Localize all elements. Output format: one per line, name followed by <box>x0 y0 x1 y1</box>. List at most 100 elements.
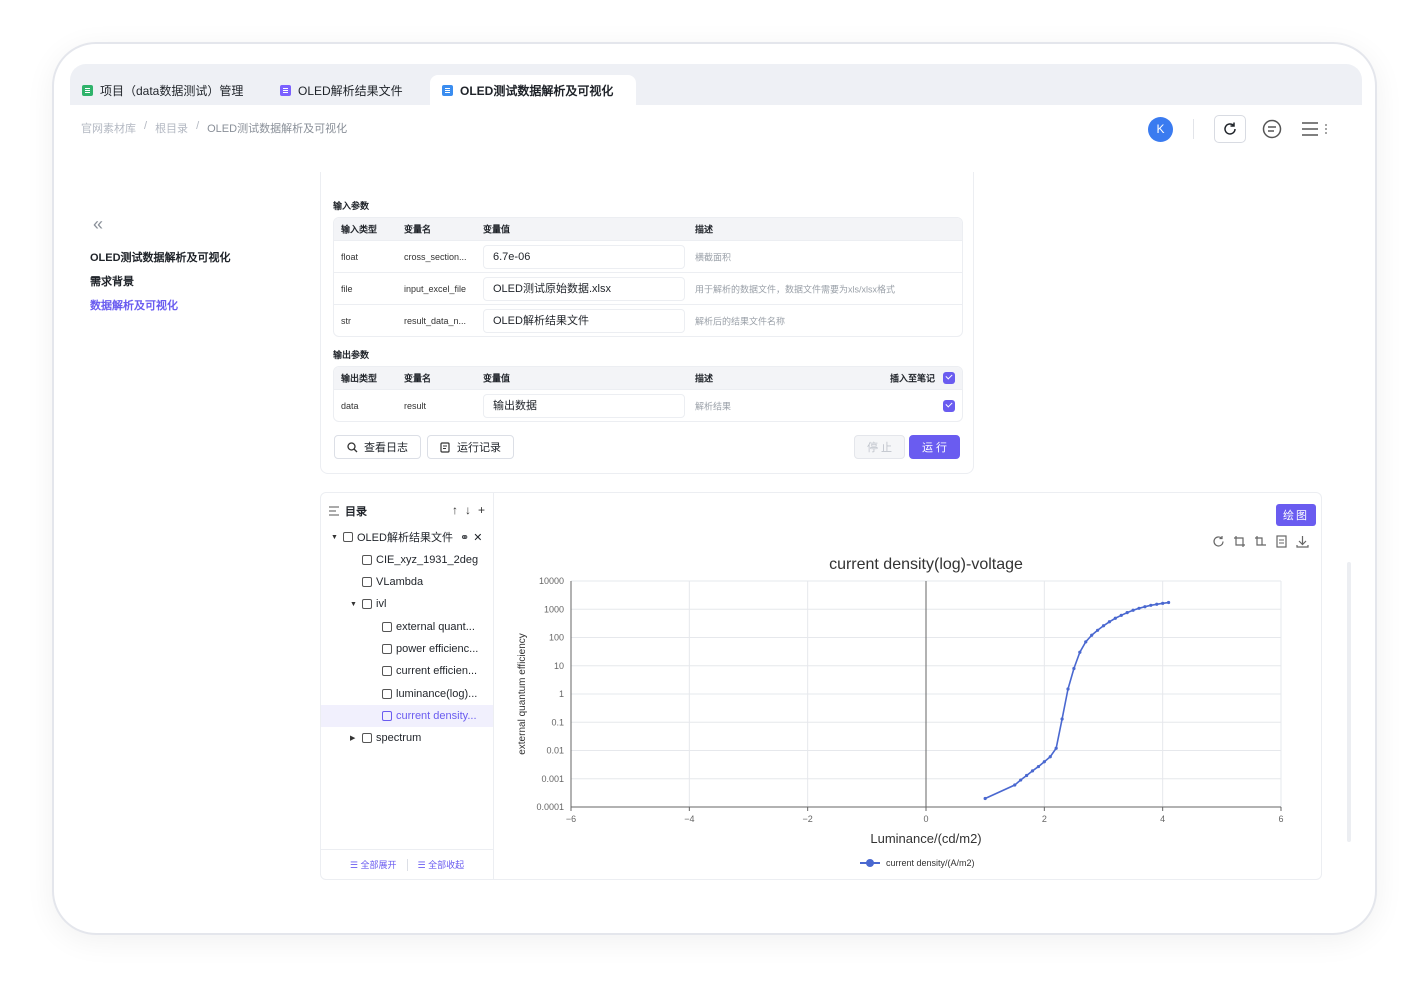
data-point <box>1155 602 1159 606</box>
y-tick-label: 1 <box>559 689 564 699</box>
stop-button[interactable]: 停 止 <box>854 435 906 459</box>
table-icon <box>362 733 372 743</box>
caret-down-icon[interactable]: ▼ <box>350 601 358 608</box>
param-value-input[interactable]: OLED测试原始数据.xlsx <box>483 277 685 301</box>
caret-right-icon[interactable]: ▶ <box>350 734 358 742</box>
divider <box>1193 119 1194 139</box>
param-value-input[interactable]: 6.7e-06 <box>483 245 685 269</box>
tree-node-selected[interactable]: current density... <box>321 705 493 727</box>
param-value-input[interactable]: OLED解析结果文件 <box>483 309 685 333</box>
file-icon <box>280 84 291 96</box>
chart-file-icon <box>343 532 353 542</box>
y-tick-label: 0.01 <box>546 746 564 756</box>
table-row: file input_excel_file OLED测试原始数据.xlsx 用于… <box>334 272 962 304</box>
column-header: 变量值 <box>483 373 511 384</box>
menu-button[interactable] <box>1298 117 1332 141</box>
run-history-button[interactable]: 运行记录 <box>427 435 514 459</box>
view-log-button[interactable]: 查看日志 <box>334 435 421 459</box>
breadcrumb-separator: / <box>196 120 200 132</box>
data-point <box>1066 687 1070 691</box>
tree-node-label: CIE_xyz_1931_2deg <box>376 554 479 566</box>
param-name: result_data_n... <box>404 315 467 326</box>
outline-item[interactable]: OLED测试数据解析及可视化 <box>90 249 290 265</box>
collapse-all-button[interactable]: ☰ 全部收起 <box>418 858 465 871</box>
tree-node[interactable]: VLambda <box>362 571 423 593</box>
outline-item-active[interactable]: 数据解析及可视化 <box>90 297 290 313</box>
tree-node[interactable]: luminance(log)... <box>382 683 477 705</box>
data-point <box>1161 601 1165 605</box>
breadcrumb-item[interactable]: 官网素材库 <box>81 120 136 136</box>
outline-item[interactable]: 需求背景 <box>90 273 290 289</box>
column-header: 变量值 <box>483 224 511 235</box>
tree-node-label: external quant... <box>396 621 475 633</box>
tree-node[interactable]: CIE_xyz_1931_2deg <box>362 549 478 571</box>
run-button[interactable]: 运 行 <box>909 435 961 459</box>
collapse-icon[interactable]: « <box>93 214 290 235</box>
add-icon[interactable]: + <box>478 503 485 517</box>
data-point <box>1090 633 1094 637</box>
menu-icon <box>1302 122 1327 136</box>
refresh-button[interactable] <box>1214 115 1246 143</box>
data-point <box>1084 640 1088 644</box>
output-params-title: 输出参数 <box>333 350 370 360</box>
tab-oled-visualization[interactable]: OLED测试数据解析及可视化 <box>430 75 636 105</box>
result-panel: 目录 ↑ ↓ + ▼ OLED解析结果文件 ⚭ ✕ CIE_xyz_1931_2… <box>320 492 1322 880</box>
expand-all-button[interactable]: ☰ 全部展开 <box>350 858 397 871</box>
insert-checkbox[interactable] <box>943 399 955 412</box>
param-desc: 用于解析的数据文件，数据文件需要为xls/xlsx格式 <box>695 284 896 294</box>
data-point <box>1042 760 1046 764</box>
x-tick-label: 0 <box>923 814 928 824</box>
comment-button[interactable] <box>1260 117 1284 141</box>
tree-node-label: VLambda <box>376 576 424 588</box>
input-params-title: 输入参数 <box>333 201 370 211</box>
data-point <box>1078 650 1082 654</box>
plot-button[interactable]: 绘图 <box>1276 504 1316 526</box>
history-icon <box>440 441 450 453</box>
tree-node[interactable]: power efficienc... <box>382 638 478 660</box>
insert-all-checkbox[interactable] <box>943 372 955 384</box>
table-icon <box>362 555 372 565</box>
image-icon <box>382 666 392 676</box>
tab-label: OLED测试数据解析及可视化 <box>460 83 614 98</box>
param-value-input[interactable]: 输出数据 <box>483 394 685 418</box>
scrollbar[interactable] <box>1347 562 1351 842</box>
table-icon <box>82 84 93 96</box>
outline-nav: « OLED测试数据解析及可视化 需求背景 数据解析及可视化 <box>90 214 290 321</box>
x-tick-label: 2 <box>1042 814 1047 824</box>
image-icon <box>382 622 392 632</box>
y-tick-label: 1000 <box>544 604 564 614</box>
tab-project-management[interactable]: 项目（data数据测试）管理 <box>70 75 243 105</box>
table-row: str result_data_n... OLED解析结果文件 解析后的结果文件… <box>334 304 962 336</box>
chart-title: current density(log)-voltage <box>829 556 1023 573</box>
avatar[interactable]: K <box>1148 116 1173 142</box>
output-params-table: 输出类型 变量名 变量值 描述 插入至笔记 data result 输出数据 解… <box>333 366 963 422</box>
top-toolbar: K <box>1148 115 1332 143</box>
caret-down-icon[interactable]: ▼ <box>331 534 339 541</box>
tree-node[interactable]: ▼ ivl <box>350 593 386 615</box>
table-row: data result 输出数据 解析结果 <box>334 389 962 421</box>
data-point <box>1013 783 1017 787</box>
tree-node[interactable]: current efficien... <box>382 660 477 682</box>
tree-node[interactable]: ▶ spectrum <box>350 727 421 749</box>
link-icon[interactable]: ⚭ <box>460 531 469 544</box>
column-header: 描述 <box>695 373 714 384</box>
move-down-icon[interactable]: ↓ <box>465 503 471 517</box>
column-header: 插入至笔记 <box>890 373 936 384</box>
param-desc: 横截面积 <box>695 252 732 262</box>
data-point <box>1107 620 1112 624</box>
data-point <box>1113 616 1117 620</box>
tree-node[interactable]: external quant... <box>382 616 475 638</box>
data-point <box>1149 603 1153 607</box>
tab-oled-result-file[interactable]: OLED解析结果文件 <box>268 75 403 105</box>
tree-title: 目录 <box>345 506 367 518</box>
column-header: 输入类型 <box>341 224 378 235</box>
comment-icon <box>1262 119 1282 139</box>
data-point <box>1054 746 1058 750</box>
close-icon[interactable]: ✕ <box>473 531 482 544</box>
breadcrumb-item[interactable]: 根目录 <box>155 120 188 136</box>
move-up-icon[interactable]: ↑ <box>452 503 458 517</box>
data-point <box>1101 624 1106 628</box>
x-tick-label: −2 <box>803 814 813 824</box>
tree-node-root[interactable]: ▼ OLED解析结果文件 ⚭ ✕ <box>331 526 493 548</box>
data-point <box>1030 769 1035 773</box>
